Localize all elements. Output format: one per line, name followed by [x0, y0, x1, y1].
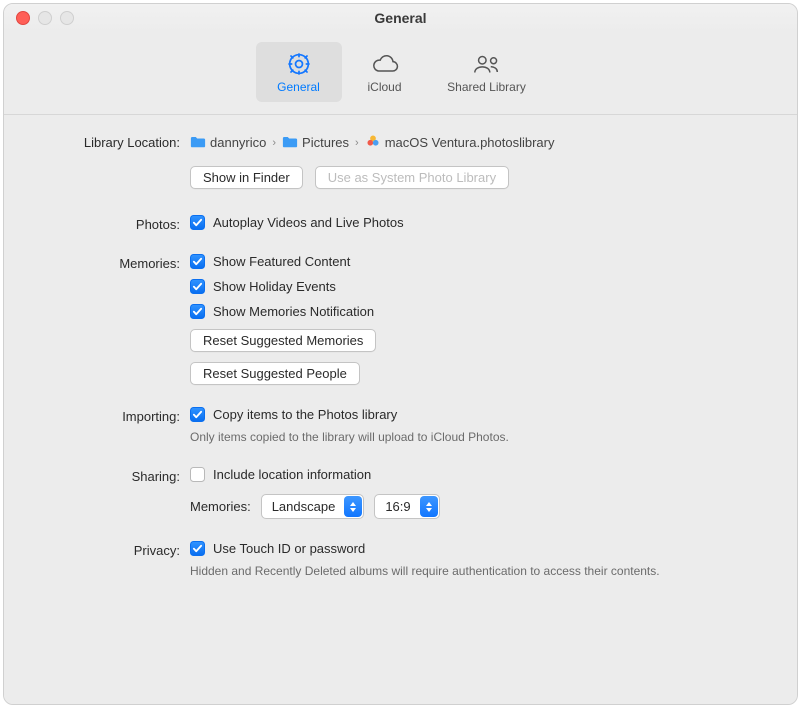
sharing-label: Sharing:	[32, 467, 190, 484]
titlebar: General	[4, 4, 797, 32]
breadcrumb-text: Pictures	[302, 135, 349, 150]
tab-icloud[interactable]: iCloud	[342, 42, 428, 102]
library-path-breadcrumb: dannyrico › Pictures ›	[190, 133, 769, 152]
featured-content-checkbox-row[interactable]: Show Featured Content	[190, 254, 769, 269]
aspect-ratio-value: 16:9	[385, 499, 410, 514]
tab-shared-library[interactable]: Shared Library	[428, 42, 546, 102]
checkbox[interactable]	[190, 254, 205, 269]
folder-icon	[190, 135, 206, 151]
show-in-finder-button[interactable]: Show in Finder	[190, 166, 303, 189]
copy-items-label: Copy items to the Photos library	[213, 407, 397, 422]
autoplay-label: Autoplay Videos and Live Photos	[213, 215, 404, 230]
library-location-label: Library Location:	[32, 133, 190, 150]
autoplay-checkbox-row[interactable]: Autoplay Videos and Live Photos	[190, 215, 769, 230]
touch-id-checkbox-row[interactable]: Use Touch ID or password	[190, 541, 769, 556]
window-title: General	[4, 10, 797, 26]
gear-icon	[286, 51, 312, 77]
toolbar: General iCloud	[4, 32, 797, 115]
checkbox[interactable]	[190, 215, 205, 230]
chevron-right-icon: ›	[353, 137, 361, 149]
photos-row: Photos: Autoplay Videos and Live Photos	[32, 215, 769, 232]
preferences-content: Library Location: dannyrico › Pictu	[4, 115, 797, 704]
breadcrumb-segment[interactable]: Pictures	[282, 135, 349, 151]
folder-icon	[282, 135, 298, 151]
memories-row: Memories: Show Featured Content Show Hol…	[32, 254, 769, 385]
tab-general-label: General	[277, 80, 320, 94]
memories-label: Memories:	[32, 254, 190, 271]
photos-label: Photos:	[32, 215, 190, 232]
people-icon	[472, 51, 502, 77]
use-as-system-library-button: Use as System Photo Library	[315, 166, 509, 189]
privacy-row: Privacy: Use Touch ID or password Hidden…	[32, 541, 769, 579]
orientation-select[interactable]: Landscape	[261, 494, 365, 519]
importing-row: Importing: Copy items to the Photos libr…	[32, 407, 769, 445]
breadcrumb-segment[interactable]: macOS Ventura.photoslibrary	[365, 133, 555, 152]
tab-general[interactable]: General	[256, 42, 342, 102]
checkbox[interactable]	[190, 541, 205, 556]
tab-shared-library-label: Shared Library	[447, 80, 526, 94]
tab-icloud-label: iCloud	[367, 80, 401, 94]
stepper-icon	[420, 496, 438, 517]
sharing-row: Sharing: Include location information Me…	[32, 467, 769, 519]
sharing-memories-sublabel: Memories:	[190, 499, 251, 514]
photoslibrary-icon	[365, 133, 381, 152]
library-location-row: Library Location: dannyrico › Pictu	[32, 133, 769, 189]
holiday-events-label: Show Holiday Events	[213, 279, 336, 294]
checkbox[interactable]	[190, 407, 205, 422]
holiday-events-checkbox-row[interactable]: Show Holiday Events	[190, 279, 769, 294]
stepper-icon	[344, 496, 362, 517]
checkbox[interactable]	[190, 304, 205, 319]
reset-suggested-memories-button[interactable]: Reset Suggested Memories	[190, 329, 376, 352]
importing-hint: Only items copied to the library will up…	[190, 429, 769, 445]
copy-items-checkbox-row[interactable]: Copy items to the Photos library	[190, 407, 769, 422]
privacy-label: Privacy:	[32, 541, 190, 558]
orientation-value: Landscape	[272, 499, 336, 514]
include-location-checkbox-row[interactable]: Include location information	[190, 467, 769, 482]
memories-notification-label: Show Memories Notification	[213, 304, 374, 319]
privacy-hint: Hidden and Recently Deleted albums will …	[190, 563, 710, 579]
aspect-ratio-select[interactable]: 16:9	[374, 494, 439, 519]
touch-id-label: Use Touch ID or password	[213, 541, 365, 556]
breadcrumb-text: macOS Ventura.photoslibrary	[385, 135, 555, 150]
memories-notification-checkbox-row[interactable]: Show Memories Notification	[190, 304, 769, 319]
breadcrumb-text: dannyrico	[210, 135, 266, 150]
reset-suggested-people-button[interactable]: Reset Suggested People	[190, 362, 360, 385]
breadcrumb-segment[interactable]: dannyrico	[190, 135, 266, 151]
checkbox[interactable]	[190, 279, 205, 294]
include-location-label: Include location information	[213, 467, 371, 482]
cloud-icon	[370, 51, 400, 77]
chevron-right-icon: ›	[270, 137, 278, 149]
preferences-window: General General	[3, 3, 798, 705]
featured-content-label: Show Featured Content	[213, 254, 350, 269]
importing-label: Importing:	[32, 407, 190, 424]
checkbox[interactable]	[190, 467, 205, 482]
toolbar-tabs: General iCloud	[256, 42, 546, 102]
